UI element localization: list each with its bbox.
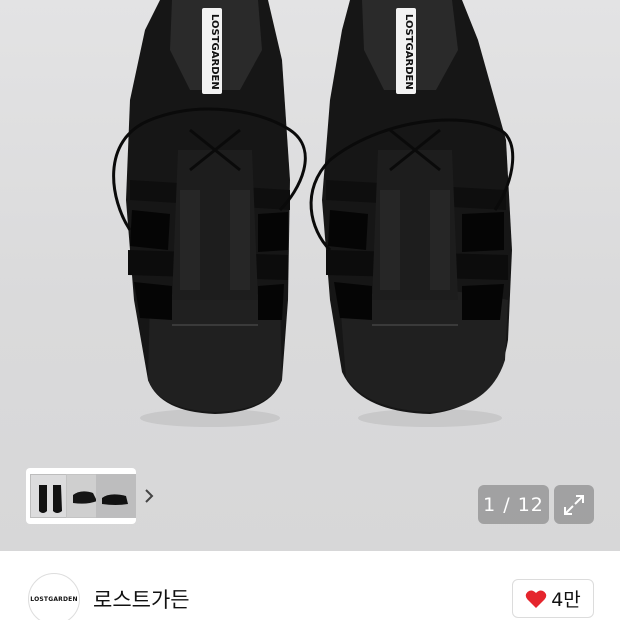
right-label-text: LOSTGARDEN	[403, 14, 414, 90]
product-image[interactable]: LOSTGARDEN LOSTGARDEN 1 / 12	[0, 0, 620, 551]
brand-logo-text: LOSTGARDEN	[30, 595, 78, 603]
chevron-right-icon[interactable]	[140, 486, 158, 506]
product-detail-screen: LOSTGARDEN LOSTGARDEN 1 / 12 LOSTGARDEN …	[0, 0, 620, 620]
left-label-text: LOSTGARDEN	[209, 14, 220, 90]
image-counter: 1 / 12	[478, 485, 549, 524]
like-count: 4만	[551, 589, 581, 611]
thumbnail-1[interactable]	[30, 474, 70, 518]
like-button[interactable]: 4만	[512, 579, 594, 618]
brand-name[interactable]: 로스트가든	[93, 584, 190, 614]
right-shoe: LOSTGARDEN	[309, 0, 515, 414]
brand-row: LOSTGARDEN 로스트가든 4만	[0, 551, 620, 620]
thumbnail-3[interactable]	[96, 474, 136, 518]
heart-icon	[525, 589, 547, 608]
left-shoe: LOSTGARDEN	[112, 0, 307, 414]
expand-icon[interactable]	[554, 485, 594, 524]
thumbnail-strip	[26, 468, 154, 524]
brand-logo[interactable]: LOSTGARDEN	[28, 573, 80, 620]
